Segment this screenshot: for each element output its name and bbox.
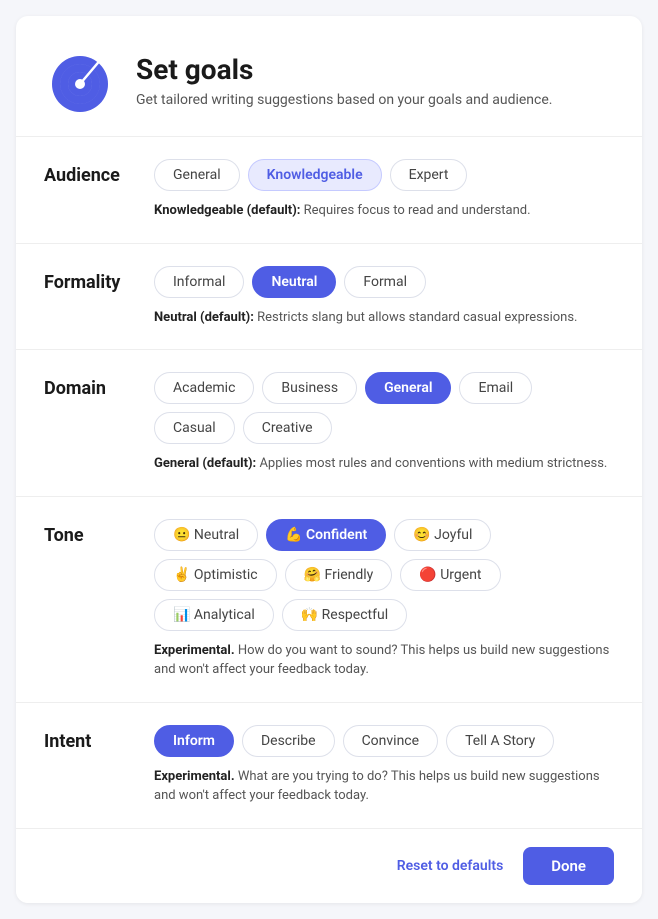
domain-academic[interactable]: Academic [154, 372, 254, 404]
tone-respectful[interactable]: 🙌 Respectful [282, 599, 407, 631]
formality-content: Informal Neutral Formal Neutral (default… [154, 266, 614, 328]
formality-label: Formality [44, 266, 154, 293]
intent-options: Inform Describe Convince Tell A Story [154, 725, 614, 757]
intent-describe[interactable]: Describe [242, 725, 335, 757]
domain-description-text: Applies most rules and conventions with … [259, 456, 607, 471]
formality-informal[interactable]: Informal [154, 266, 244, 298]
intent-content: Inform Describe Convince Tell A Story Ex… [154, 725, 614, 806]
tone-description-bold: Experimental. [154, 643, 235, 658]
audience-general[interactable]: General [154, 159, 240, 191]
done-button[interactable]: Done [523, 847, 614, 885]
tone-friendly[interactable]: 🤗 Friendly [285, 559, 393, 591]
intent-convince[interactable]: Convince [343, 725, 439, 757]
audience-expert[interactable]: Expert [390, 159, 468, 191]
tone-section: Tone 😐 Neutral 💪 Confident 😊 Joyful ✌️ O… [16, 497, 642, 703]
tone-confident[interactable]: 💪 Confident [266, 519, 386, 551]
tone-joyful[interactable]: 😊 Joyful [394, 519, 491, 551]
audience-options: General Knowledgeable Expert [154, 159, 614, 191]
formality-options: Informal Neutral Formal [154, 266, 614, 298]
tone-analytical[interactable]: 📊 Analytical [154, 599, 274, 631]
domain-email[interactable]: Email [459, 372, 532, 404]
main-card: Set goals Get tailored writing suggestio… [16, 16, 642, 903]
domain-label: Domain [44, 372, 154, 399]
tone-description: Experimental. How do you want to sound? … [154, 641, 614, 680]
domain-general[interactable]: General [365, 372, 451, 404]
domain-section: Domain Academic Business General Email C… [16, 350, 642, 497]
page-subtitle: Get tailored writing suggestions based o… [136, 92, 552, 108]
audience-content: General Knowledgeable Expert Knowledgeab… [154, 159, 614, 221]
intent-inform[interactable]: Inform [154, 725, 234, 757]
domain-content: Academic Business General Email Casual C… [154, 372, 614, 474]
domain-business[interactable]: Business [262, 372, 357, 404]
audience-section: Audience General Knowledgeable Expert Kn… [16, 137, 642, 244]
formality-formal[interactable]: Formal [344, 266, 426, 298]
domain-creative[interactable]: Creative [243, 412, 332, 444]
page-title: Set goals [136, 53, 552, 86]
intent-section: Intent Inform Describe Convince Tell A S… [16, 703, 642, 829]
tone-neutral[interactable]: 😐 Neutral [154, 519, 258, 551]
intent-tell-a-story[interactable]: Tell A Story [446, 725, 554, 757]
audience-knowledgeable[interactable]: Knowledgeable [248, 159, 382, 191]
intent-description: Experimental. What are you trying to do?… [154, 767, 614, 806]
formality-section: Formality Informal Neutral Formal Neutra… [16, 244, 642, 351]
formality-description-bold: Neutral (default): [154, 310, 254, 325]
formality-neutral[interactable]: Neutral [252, 266, 336, 298]
audience-description-bold: Knowledgeable (default): [154, 203, 300, 218]
audience-description: Knowledgeable (default): Requires focus … [154, 201, 614, 221]
tone-label: Tone [44, 519, 154, 546]
intent-description-bold: Experimental. [154, 769, 235, 784]
tone-urgent[interactable]: 🔴 Urgent [400, 559, 500, 591]
formality-description-text: Restricts slang but allows standard casu… [257, 310, 577, 325]
domain-options: Academic Business General Email Casual C… [154, 372, 614, 444]
domain-description: General (default): Applies most rules an… [154, 454, 614, 474]
formality-description: Neutral (default): Restricts slang but a… [154, 308, 614, 328]
header-text: Set goals Get tailored writing suggestio… [136, 53, 552, 108]
tone-content: 😐 Neutral 💪 Confident 😊 Joyful ✌️ Optimi… [154, 519, 614, 680]
footer: Reset to defaults Done [16, 829, 642, 903]
audience-description-text: Requires focus to read and understand. [304, 203, 531, 218]
audience-label: Audience [44, 159, 154, 186]
reset-button[interactable]: Reset to defaults [393, 850, 508, 882]
tone-optimistic[interactable]: ✌️ Optimistic [154, 559, 277, 591]
header: Set goals Get tailored writing suggestio… [16, 16, 642, 137]
tone-options: 😐 Neutral 💪 Confident 😊 Joyful ✌️ Optimi… [154, 519, 614, 631]
intent-label: Intent [44, 725, 154, 752]
domain-description-bold: General (default): [154, 456, 256, 471]
logo [44, 44, 116, 116]
domain-casual[interactable]: Casual [154, 412, 235, 444]
